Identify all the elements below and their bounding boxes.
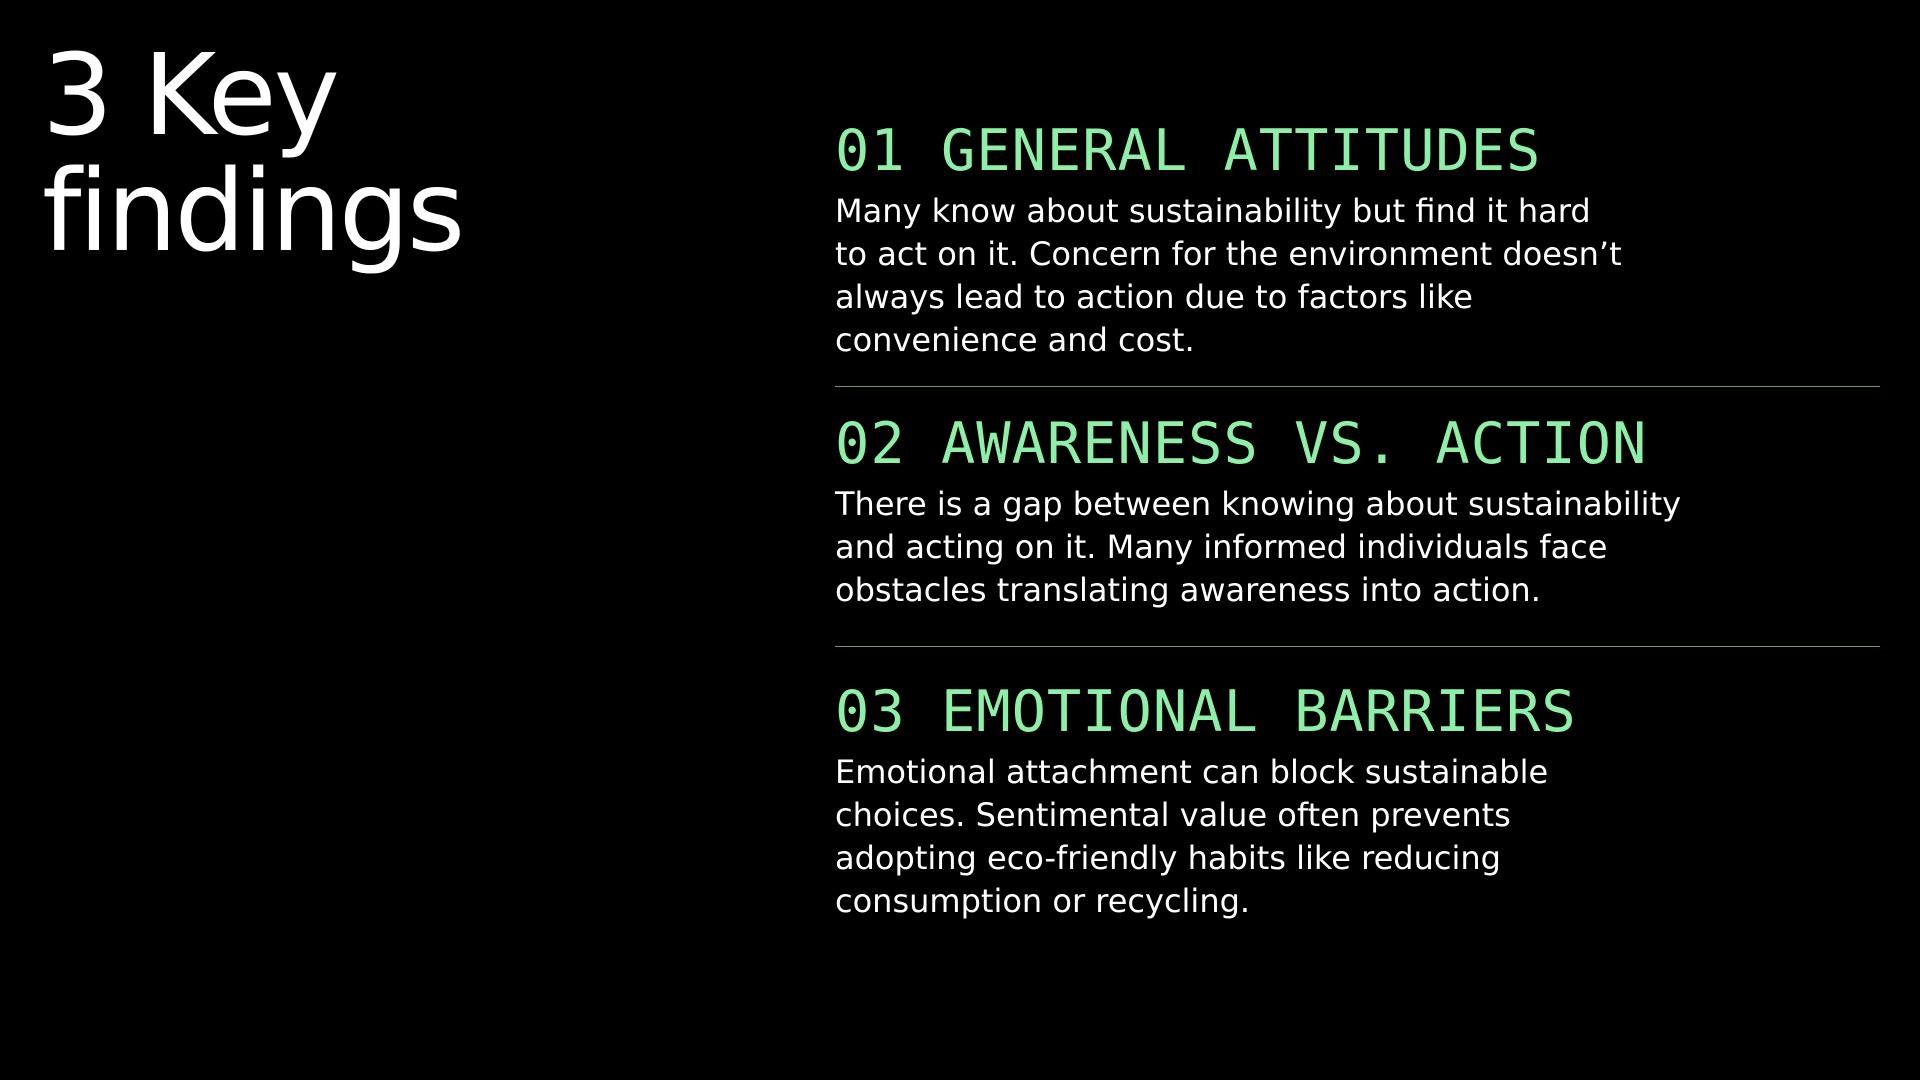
divider — [835, 646, 1880, 647]
slide-title-line-1: 3 Key — [42, 31, 340, 161]
divider — [835, 386, 1880, 387]
slide: 3 Key findings 01 GENERAL ATTITUDES Many… — [0, 0, 1920, 1080]
slide-title-line-2: findings — [42, 147, 465, 277]
finding-item: 03 EMOTIONAL BARRIERS Emotional attachme… — [835, 673, 1880, 923]
findings-list: 01 GENERAL ATTITUDES Many know about sus… — [835, 112, 1880, 923]
finding-heading: 02 AWARENESS VS. ACTION — [835, 411, 1648, 477]
finding-item: 01 GENERAL ATTITUDES Many know about sus… — [835, 112, 1880, 362]
finding-body: There is a gap between knowing about sus… — [835, 485, 1682, 609]
finding-body: Emotional attachment can block sustainab… — [835, 753, 1549, 920]
finding-heading: 01 GENERAL ATTITUDES — [835, 118, 1542, 184]
slide-title: 3 Key findings — [42, 38, 682, 270]
finding-heading: 03 EMOTIONAL BARRIERS — [835, 679, 1577, 745]
finding-item: 02 AWARENESS VS. ACTION There is a gap b… — [835, 405, 1880, 612]
finding-body: Many know about sustainability but find … — [835, 192, 1622, 359]
